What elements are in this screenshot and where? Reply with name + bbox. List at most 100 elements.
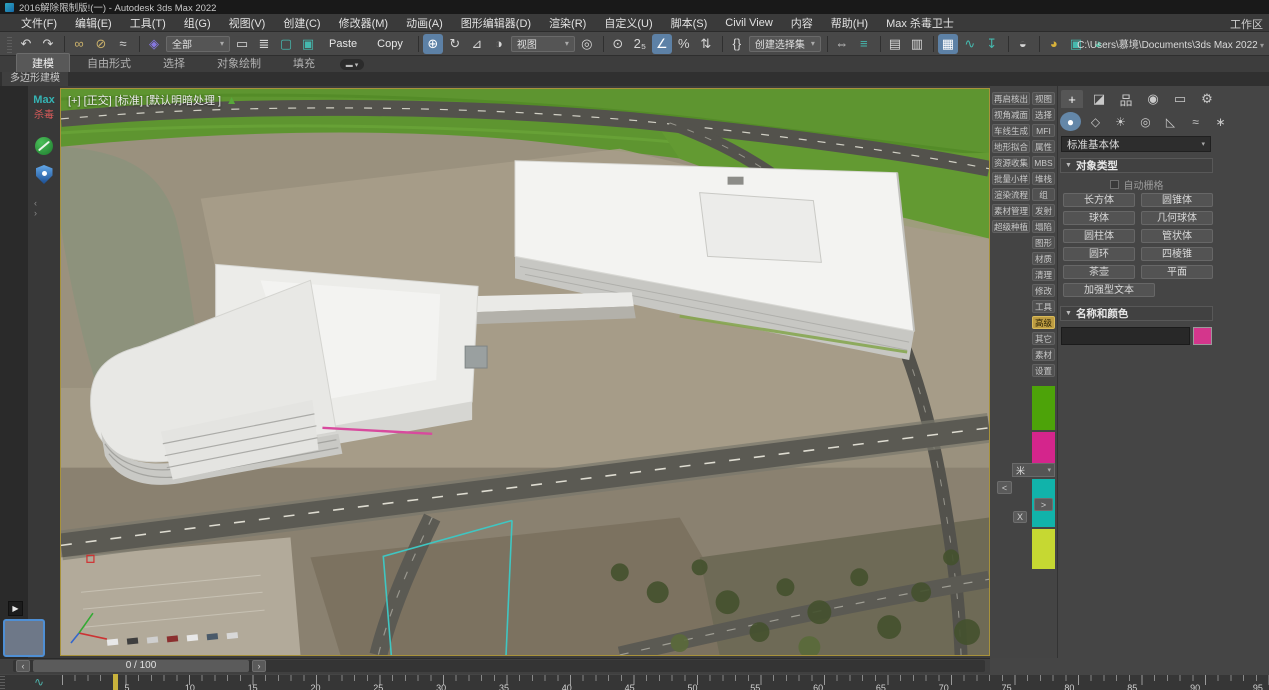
- tab-create[interactable]: +: [1061, 90, 1083, 108]
- autogrid-checkbox[interactable]: [1110, 180, 1119, 189]
- snap-toggle-icon[interactable]: 2₅: [630, 34, 650, 54]
- scene-explorer-icon[interactable]: ▤: [885, 34, 905, 54]
- panel-next-button[interactable]: >: [1034, 498, 1053, 511]
- menu-civil-view[interactable]: Civil View: [716, 17, 781, 29]
- obj-pyramid[interactable]: 四棱锥: [1141, 247, 1213, 261]
- toolbar-grip[interactable]: [7, 35, 12, 53]
- swatch-green[interactable]: [1032, 386, 1055, 430]
- menu-rendering[interactable]: 渲染(R): [540, 15, 595, 31]
- tab-freeform[interactable]: 自由形式: [72, 54, 146, 72]
- tab-modify[interactable]: ◪: [1088, 90, 1110, 108]
- next-frame-button[interactable]: ›: [252, 660, 266, 672]
- trackbar-grip[interactable]: [0, 676, 5, 689]
- menu-customize[interactable]: 自定义(U): [595, 15, 661, 31]
- tab-populate[interactable]: 填充: [278, 54, 330, 72]
- cat-helpers[interactable]: ◺: [1160, 112, 1181, 131]
- plugin-resource-collect[interactable]: 资源收集: [992, 156, 1030, 169]
- menu-content[interactable]: 内容: [782, 15, 822, 31]
- curve-editor-icon[interactable]: ∿: [960, 34, 980, 54]
- cat-systems[interactable]: ∗: [1210, 112, 1231, 131]
- tool-material[interactable]: 材质: [1032, 252, 1055, 265]
- plugin-asset-manage[interactable]: 素材管理: [992, 204, 1030, 217]
- plugin-view-decimate[interactable]: 视角减面: [992, 108, 1030, 121]
- tab-hierarchy[interactable]: 品: [1115, 90, 1137, 108]
- tab-modeling[interactable]: 建模: [16, 53, 70, 72]
- current-frame-marker[interactable]: [113, 674, 118, 690]
- menu-help[interactable]: 帮助(H): [822, 15, 877, 31]
- antivirus-clean-icon[interactable]: [35, 137, 53, 155]
- menu-file[interactable]: 文件(F): [12, 15, 66, 31]
- undo-icon[interactable]: ↶: [16, 34, 36, 54]
- obj-text-plus[interactable]: 加强型文本: [1063, 283, 1155, 297]
- antivirus-shield-icon[interactable]: [36, 165, 53, 184]
- menu-modifiers[interactable]: 修改器(M): [330, 15, 398, 31]
- render-setup-icon[interactable]: ◕: [1044, 34, 1064, 54]
- plugin-terrain-fit[interactable]: 地形拟合: [992, 140, 1030, 153]
- expand-panel-button[interactable]: ▶: [8, 601, 23, 616]
- tab-polygon-modeling[interactable]: 多边形建模: [2, 72, 68, 86]
- menu-edit[interactable]: 编辑(E): [66, 15, 121, 31]
- named-selection-sets-dropdown[interactable]: 创建选择集: [749, 36, 821, 52]
- viewport-label-text[interactable]: [+] [正交] [标准] [默认明暗处理 ]: [68, 95, 221, 107]
- menu-group[interactable]: 组(G): [175, 15, 220, 31]
- layer-explorer-icon[interactable]: ▥: [907, 34, 927, 54]
- obj-teapot[interactable]: 茶壶: [1063, 265, 1135, 279]
- menu-animation[interactable]: 动画(A): [397, 15, 452, 31]
- menu-views[interactable]: 视图(V): [220, 15, 275, 31]
- workspace-selector[interactable]: 工作区: [1230, 16, 1263, 32]
- select-and-place-icon[interactable]: ◑: [489, 34, 509, 54]
- menu-graph-editors[interactable]: 图形编辑器(D): [452, 15, 540, 31]
- obj-geosphere[interactable]: 几何球体: [1141, 211, 1213, 225]
- tool-mbs[interactable]: MBS: [1032, 156, 1055, 169]
- copy-button[interactable]: Copy: [368, 34, 412, 54]
- selection-filter-icon[interactable]: ◈: [144, 34, 164, 54]
- obj-torus[interactable]: 圆环: [1063, 247, 1135, 261]
- obj-plane[interactable]: 平面: [1141, 265, 1213, 279]
- tool-shape[interactable]: 图形: [1032, 236, 1055, 249]
- tool-emit[interactable]: 发射: [1032, 204, 1055, 217]
- select-and-link-icon[interactable]: ∞: [69, 34, 89, 54]
- select-by-name-icon[interactable]: ≣: [254, 34, 274, 54]
- plugin-restart-export[interactable]: 再启核出: [992, 92, 1030, 105]
- previous-frame-button[interactable]: ‹: [16, 660, 30, 672]
- obj-box[interactable]: 长方体: [1063, 193, 1135, 207]
- tool-tools[interactable]: 工具: [1032, 300, 1055, 313]
- swatch-magenta[interactable]: [1032, 432, 1055, 465]
- align-icon[interactable]: ≡: [854, 34, 874, 54]
- spinner-snap-icon[interactable]: ⇅: [696, 34, 716, 54]
- select-and-scale-icon[interactable]: ⊿: [467, 34, 487, 54]
- paste-button[interactable]: Paste: [320, 34, 366, 54]
- tool-clean[interactable]: 清理: [1032, 268, 1055, 281]
- tool-view[interactable]: 视图: [1032, 92, 1055, 105]
- select-and-move-icon[interactable]: ⊕: [423, 34, 443, 54]
- selection-filter-dropdown[interactable]: 全部: [166, 36, 230, 52]
- bind-to-space-warp-icon[interactable]: ≈: [113, 34, 133, 54]
- minimized-panel-tile[interactable]: [3, 619, 45, 657]
- cat-lights[interactable]: ☀: [1110, 112, 1131, 131]
- select-and-rotate-icon[interactable]: ↻: [445, 34, 465, 54]
- cat-cameras[interactable]: ◎: [1135, 112, 1156, 131]
- tool-group[interactable]: 组: [1032, 188, 1055, 201]
- panel-prev-button[interactable]: <: [997, 481, 1012, 494]
- tab-selection[interactable]: 选择: [148, 54, 200, 72]
- tool-modify[interactable]: 修改: [1032, 284, 1055, 297]
- cat-space-warps[interactable]: ≈: [1185, 112, 1206, 131]
- time-slider-handle[interactable]: 0 / 100: [33, 660, 249, 672]
- obj-cone[interactable]: 圆锥体: [1141, 193, 1213, 207]
- tool-mfi[interactable]: MFI: [1032, 124, 1055, 137]
- tab-object-paint[interactable]: 对象绘制: [202, 54, 276, 72]
- plugin-batch-sample[interactable]: 批量小样: [992, 172, 1030, 185]
- rollout-name-color[interactable]: ▼ 名称和颜色: [1060, 306, 1213, 321]
- menu-create[interactable]: 创建(C): [274, 15, 329, 31]
- perspective-viewport[interactable]: [60, 88, 990, 656]
- plugin-lane-generate[interactable]: 车线生成: [992, 124, 1030, 137]
- tool-attribute[interactable]: 属性: [1032, 140, 1055, 153]
- material-editor-icon[interactable]: ◒: [1013, 34, 1033, 54]
- window-crossing-icon[interactable]: ▣: [298, 34, 318, 54]
- select-and-manipulate-icon[interactable]: ⊙: [608, 34, 628, 54]
- object-name-input[interactable]: [1061, 327, 1190, 345]
- unlink-selection-icon[interactable]: ⊘: [91, 34, 111, 54]
- schematic-view-icon[interactable]: ↧: [982, 34, 1002, 54]
- tab-motion[interactable]: ◉: [1142, 90, 1164, 108]
- object-color-swatch[interactable]: [1193, 327, 1212, 345]
